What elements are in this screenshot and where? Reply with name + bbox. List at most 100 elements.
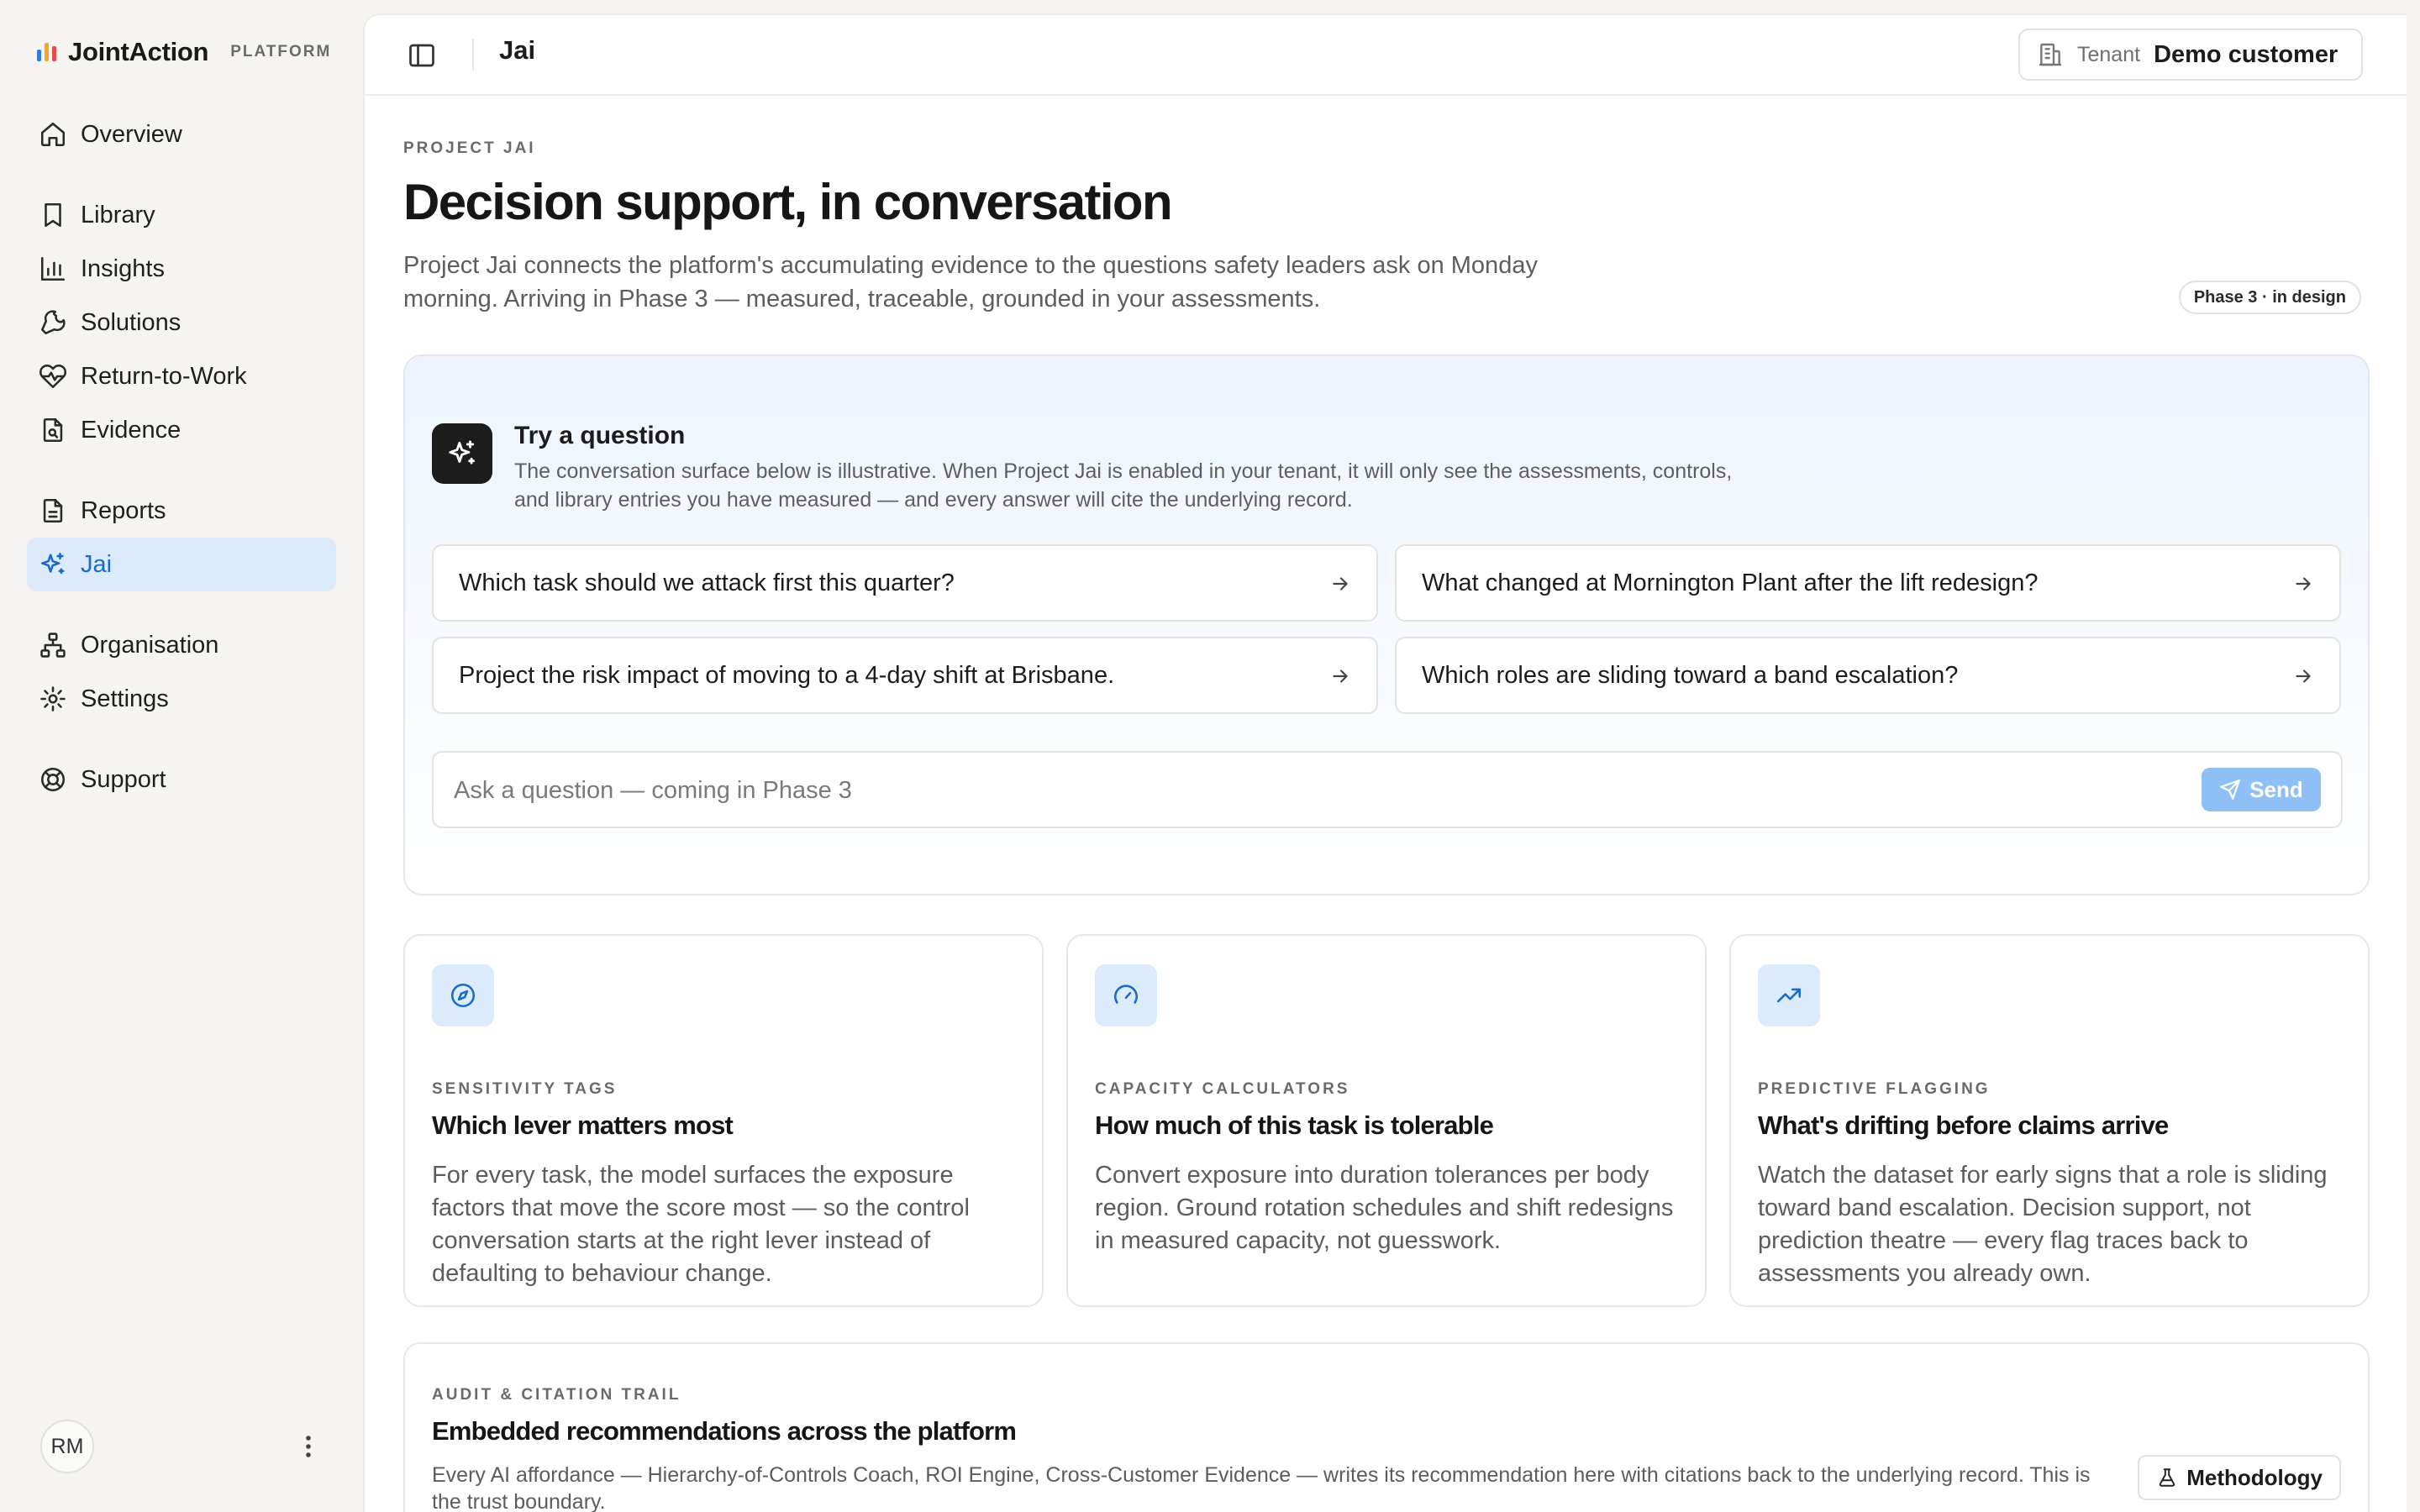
sidebar-item-label: Jai (81, 550, 113, 578)
avatar[interactable]: RM (40, 1420, 94, 1473)
feature-card-capacity: CAPACITY CALCULATORS How much of this ta… (1066, 934, 1707, 1307)
document-icon (43, 498, 63, 523)
methodology-button[interactable]: Methodology (2138, 1455, 2341, 1500)
suggested-question-button[interactable]: Project the risk impact of moving to a 4… (432, 637, 1378, 714)
feature-icon-badge (1758, 964, 1820, 1026)
trending-up-icon (1776, 988, 1802, 1003)
compass-icon (450, 983, 476, 1008)
file-search-icon (43, 417, 63, 443)
sidebar-item-label: Support (81, 765, 166, 793)
sidebar-item-insights[interactable]: Insights (27, 242, 336, 296)
sidebar-item-label: Organisation (81, 631, 219, 659)
page-breadcrumb-title: Jai (499, 35, 536, 65)
suggested-question-button[interactable]: Which task should we attack first this q… (432, 544, 1378, 622)
send-icon (2220, 780, 2241, 800)
kebab-menu-icon (306, 1436, 311, 1457)
bookmark-icon (45, 202, 61, 228)
feature-eyebrow: CAPACITY CALCULATORS (1095, 1080, 1350, 1098)
lifebuoy-icon (40, 767, 66, 792)
feature-icon-badge (432, 964, 494, 1026)
suggested-question-button[interactable]: What changed at Mornington Plant after t… (1395, 544, 2341, 622)
feature-description: Convert exposure into duration tolerance… (1095, 1162, 1674, 1254)
bar-chart-icon (40, 256, 66, 281)
home-icon (40, 122, 66, 147)
arrow-right-icon (1333, 669, 1348, 683)
tenant-value: Demo customer (2154, 40, 2338, 68)
sidebar: JointAction PLATFORM Overview Library In… (0, 0, 361, 1512)
ask-question-box: Send (432, 751, 2343, 828)
sidebar-item-settings[interactable]: Settings (27, 672, 336, 726)
topbar: Jai Tenant Demo customer (365, 15, 2407, 96)
suggested-question-button[interactable]: Which roles are sliding toward a band es… (1395, 637, 2341, 714)
page-title: Decision support, in conversation (403, 174, 1173, 230)
arrow-right-icon (2296, 669, 2311, 683)
org-chart-icon (40, 633, 66, 658)
try-question-card: Try a question The conversation surface … (403, 354, 2370, 895)
feature-title: Which lever matters most (432, 1110, 734, 1140)
sidebar-item-label: Insights (81, 255, 165, 282)
toggle-sidebar-button[interactable] (407, 40, 437, 71)
more-options-button[interactable] (296, 1428, 321, 1465)
try-title: Try a question (514, 422, 686, 449)
wrench-icon (40, 310, 66, 335)
audit-trail-card: AUDIT & CITATION TRAIL Embedded recommen… (403, 1342, 2370, 1512)
brand-tag: PLATFORM (230, 43, 332, 60)
feature-title: How much of this task is tolerable (1095, 1110, 1494, 1140)
sidebar-item-label: Return-to-Work (81, 362, 247, 390)
tenant-label: Tenant (2077, 42, 2141, 66)
feature-eyebrow: PREDICTIVE FLAGGING (1758, 1080, 1991, 1098)
sidebar-item-solutions[interactable]: Solutions (27, 296, 336, 349)
try-description: The conversation surface below is illust… (514, 459, 1733, 512)
gauge-icon (1114, 984, 1138, 1004)
sidebar-item-label: Reports (81, 496, 166, 524)
sparkles-badge (432, 423, 492, 484)
sidebar-item-overview[interactable]: Overview (27, 108, 336, 161)
audit-eyebrow: AUDIT & CITATION TRAIL (432, 1386, 681, 1404)
status-badge: Phase 3 · in design (2178, 281, 2361, 314)
question-label: What changed at Mornington Plant after t… (1422, 569, 2039, 596)
arrow-right-icon (1333, 577, 1348, 591)
sidebar-item-return-to-work[interactable]: Return-to-Work (27, 349, 336, 403)
audit-title: Embedded recommendations across the plat… (432, 1416, 1017, 1446)
gear-icon (40, 686, 66, 711)
sidebar-panel-icon (409, 44, 434, 67)
sidebar-item-label: Settings (81, 685, 169, 712)
send-button[interactable]: Send (2202, 768, 2321, 811)
question-label: Project the risk impact of moving to a 4… (459, 661, 1115, 689)
heart-pulse-icon (39, 364, 67, 389)
send-label: Send (2249, 776, 2303, 802)
sidebar-item-label: Overview (81, 120, 182, 148)
flask-icon (2160, 1468, 2175, 1487)
feature-eyebrow: SENSITIVITY TAGS (432, 1080, 618, 1098)
sidebar-item-reports[interactable]: Reports (27, 484, 336, 538)
feature-title: What's drifting before claims arrive (1758, 1110, 2169, 1140)
sparkles-icon (449, 440, 475, 465)
building-icon (2039, 43, 2062, 66)
brand[interactable]: JointAction PLATFORM (37, 34, 331, 71)
sidebar-item-label: Evidence (81, 416, 182, 444)
main-panel: Jai Tenant Demo customer PROJECT JAI Dec… (363, 13, 2407, 1512)
methodology-label: Methodology (2186, 1464, 2323, 1490)
feature-card-predictive: PREDICTIVE FLAGGING What's drifting befo… (1729, 934, 2370, 1307)
topbar-divider (472, 39, 474, 71)
tenant-switcher[interactable]: Tenant Demo customer (2018, 29, 2363, 81)
page-description: Project Jai connects the platform's accu… (403, 252, 1538, 312)
question-label: Which roles are sliding toward a band es… (1422, 661, 1959, 689)
feature-description: Watch the dataset for early signs that a… (1758, 1162, 2328, 1287)
sidebar-item-evidence[interactable]: Evidence (27, 403, 336, 457)
sidebar-item-organisation[interactable]: Organisation (27, 618, 336, 672)
page-eyebrow: PROJECT JAI (403, 139, 536, 157)
sidebar-item-label: Library (81, 201, 155, 228)
audit-description: Every AI affordance — Hierarchy-of-Contr… (432, 1463, 2091, 1512)
sparkles-icon (40, 552, 65, 575)
sidebar-item-library[interactable]: Library (27, 188, 336, 242)
feature-description: For every task, the model surfaces the e… (432, 1162, 970, 1287)
sidebar-item-label: Solutions (81, 308, 182, 336)
ask-question-input[interactable] (454, 769, 2134, 811)
arrow-right-icon (2296, 577, 2311, 591)
sidebar-item-support[interactable]: Support (27, 753, 336, 806)
feature-icon-badge (1095, 964, 1157, 1026)
feature-card-sensitivity: SENSITIVITY TAGS Which lever matters mos… (403, 934, 1044, 1307)
brand-logo-icon (37, 43, 56, 61)
sidebar-item-jai[interactable]: Jai (27, 538, 336, 591)
